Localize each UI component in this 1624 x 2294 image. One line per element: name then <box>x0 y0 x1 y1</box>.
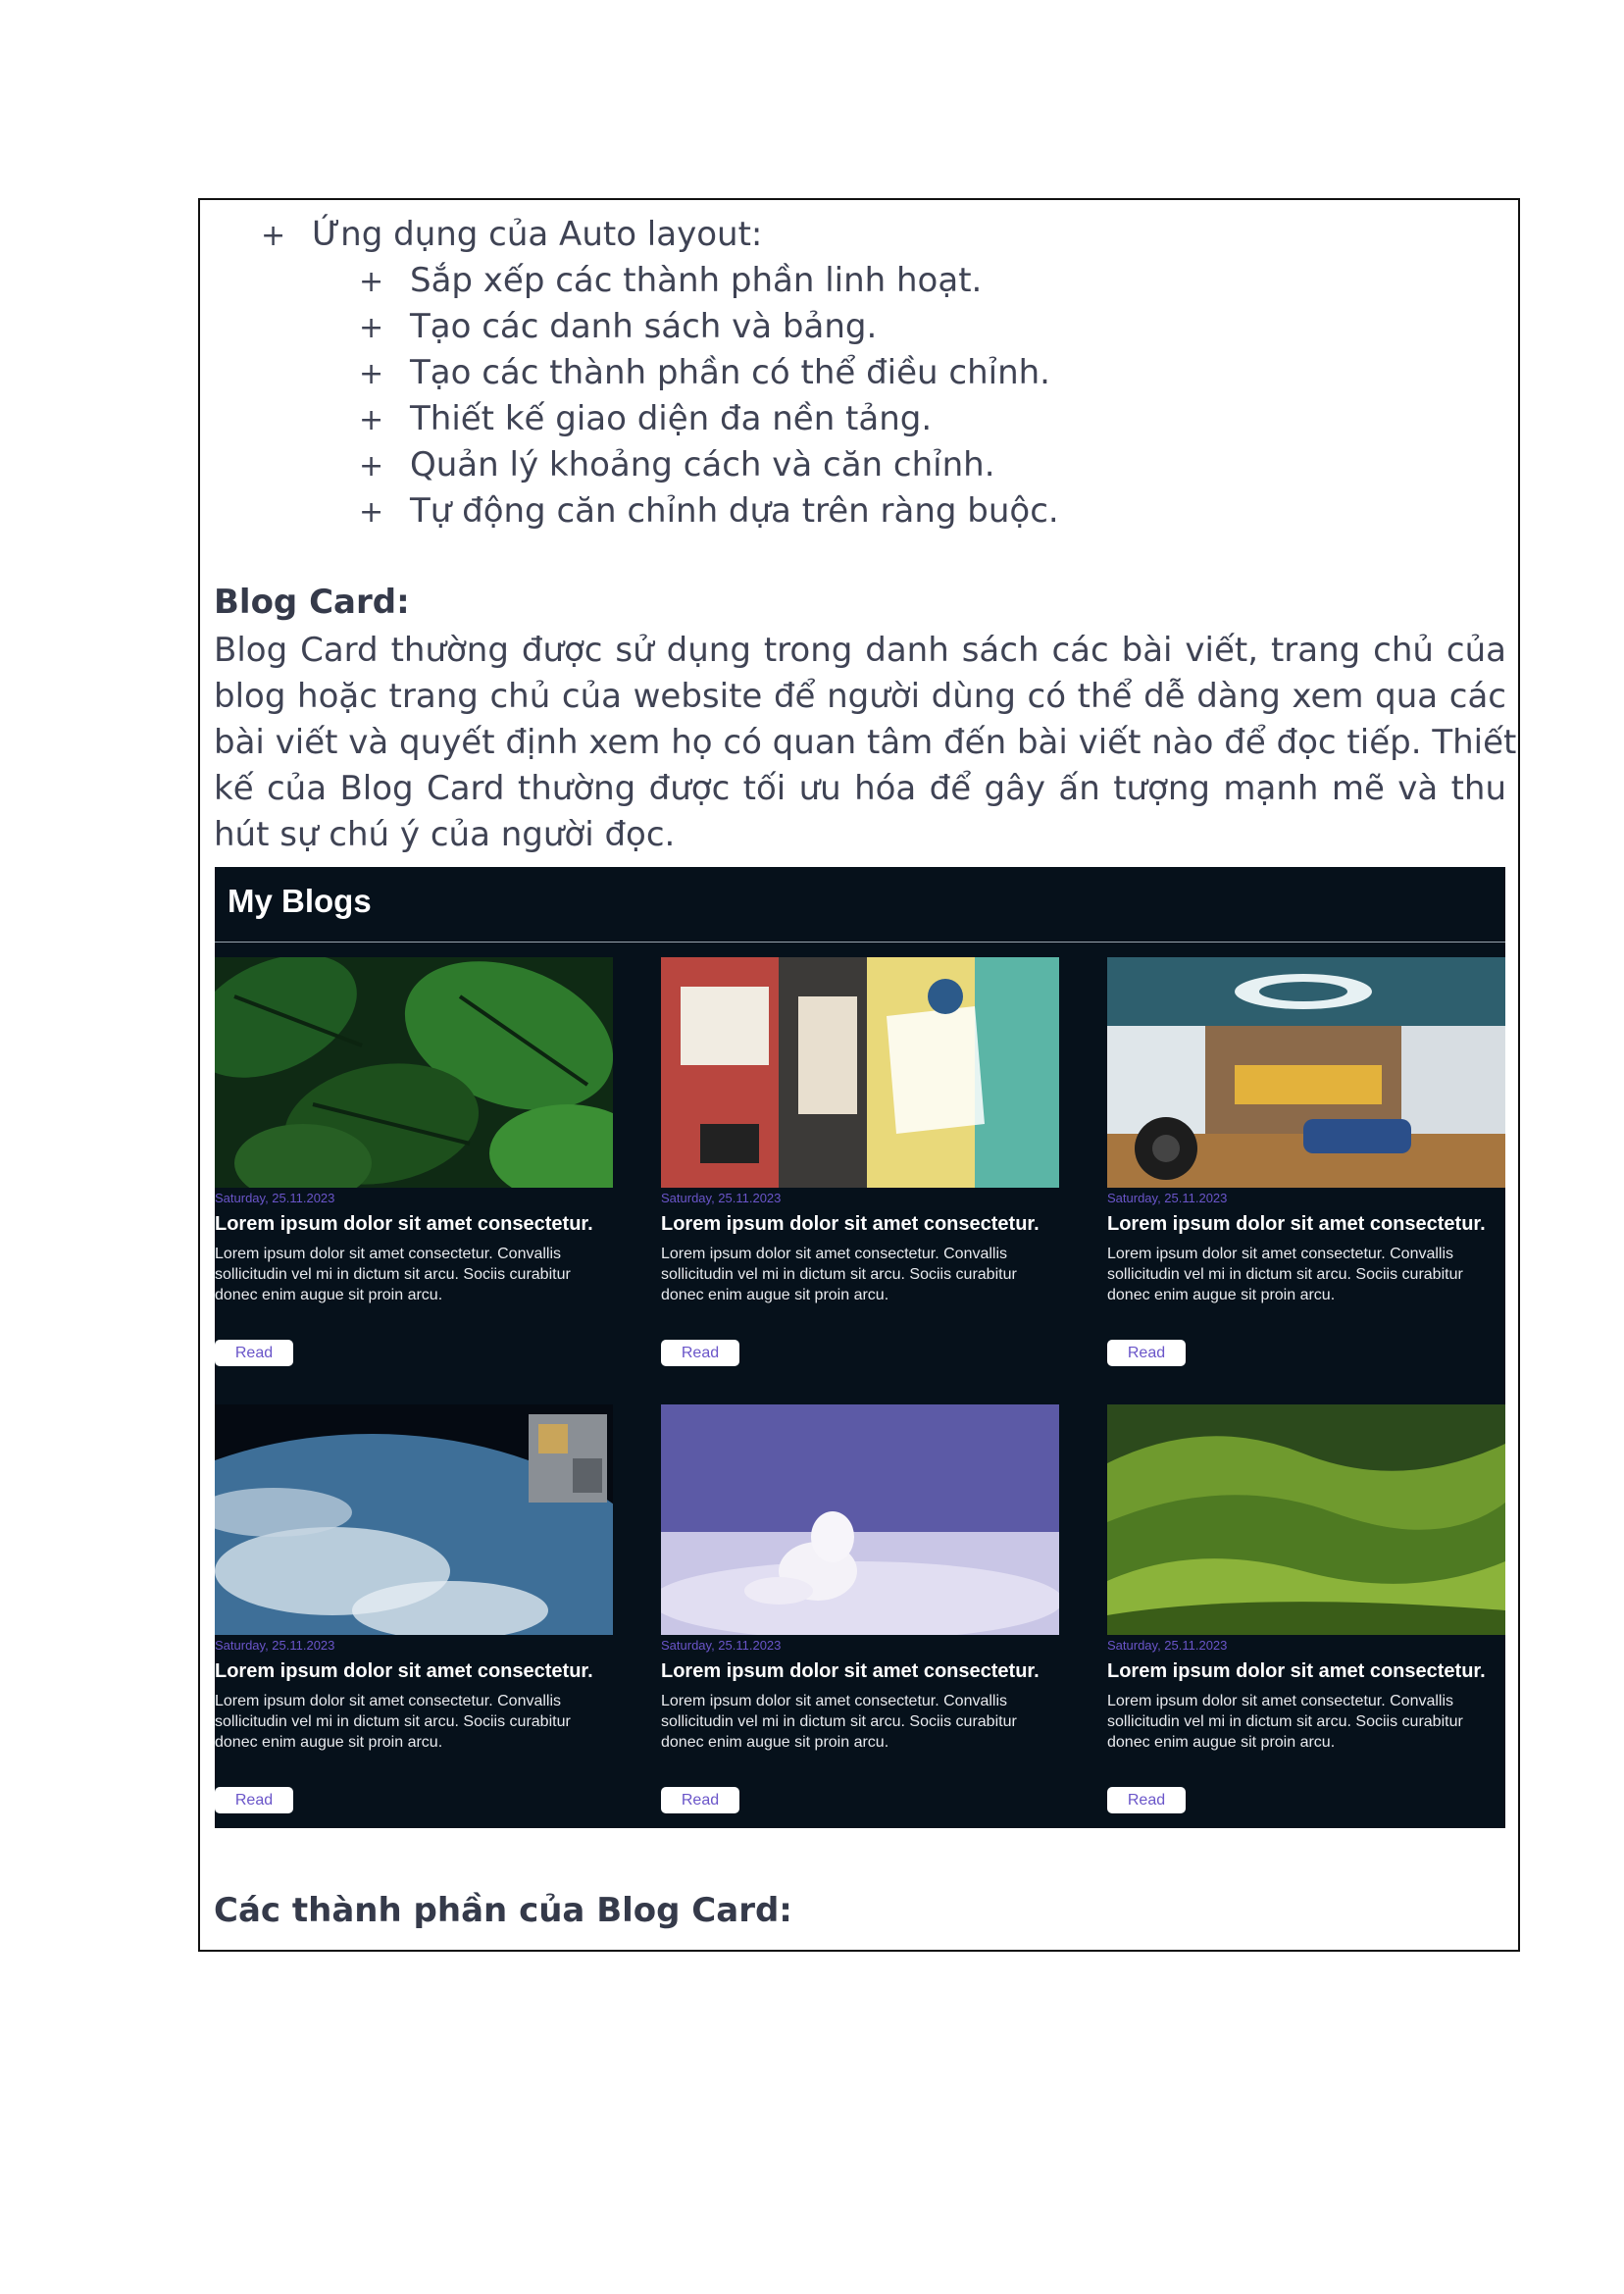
card-title: Lorem ipsum dolor sit amet consectetur. <box>215 1660 593 1682</box>
list-heading: Ứng dụng của Auto layout: <box>312 215 763 254</box>
list-item: Sắp xếp các thành phần linh hoạt. <box>410 261 983 300</box>
section-heading-components: Các thành phần của Blog Card: <box>214 1891 792 1930</box>
desc-line: sollicitudin vel mi in dictum sit arcu. … <box>661 1713 1017 1730</box>
earth-from-space-image <box>215 1404 613 1635</box>
blogs-header: My Blogs <box>215 867 1505 943</box>
card-date: Saturday, 25.11.2023 <box>1107 1638 1228 1653</box>
desc-line: Lorem ipsum dolor sit amet consectetur. … <box>215 1246 562 1262</box>
desc-line: sollicitudin vel mi in dictum sit arcu. … <box>215 1266 571 1283</box>
paragraph-line: kế của Blog Card thường được tối ưu hóa … <box>214 769 1506 808</box>
desc-line: Lorem ipsum dolor sit amet consectetur. … <box>1107 1246 1454 1262</box>
blog-card: Saturday, 25.11.2023 Lorem ipsum dolor s… <box>661 957 1059 1369</box>
card-description: Lorem ipsum dolor sit amet consectetur. … <box>215 1244 613 1305</box>
read-button[interactable]: Read <box>215 1340 293 1366</box>
arctic-fox-image <box>661 1404 1059 1635</box>
steam-classroom-image <box>1107 957 1505 1188</box>
read-button[interactable]: Read <box>1107 1340 1186 1366</box>
card-description: Lorem ipsum dolor sit amet consectetur. … <box>661 1691 1059 1753</box>
list-bullet: + <box>359 449 384 484</box>
read-button[interactable]: Read <box>661 1787 739 1813</box>
list-item: Quản lý khoảng cách và căn chỉnh. <box>410 445 995 484</box>
card-date: Saturday, 25.11.2023 <box>215 1191 335 1205</box>
list-item: Tạo các thành phần có thể điều chỉnh. <box>410 353 1050 392</box>
list-bullet: + <box>359 495 384 530</box>
green-hills-image <box>1107 1404 1505 1635</box>
paragraph-line: Blog Card thường được sử dụng trong danh… <box>214 631 1506 670</box>
desc-line: donec enim augue sit proin arcu. <box>215 1734 443 1751</box>
paragraph-line: blog hoặc trang chủ của website để người… <box>214 677 1506 716</box>
blog-card: Saturday, 25.11.2023 Lorem ipsum dolor s… <box>215 1404 613 1816</box>
desc-line: donec enim augue sit proin arcu. <box>661 1734 889 1751</box>
desc-line: donec enim augue sit proin arcu. <box>215 1287 443 1303</box>
blog-card: Saturday, 25.11.2023 Lorem ipsum dolor s… <box>215 957 613 1369</box>
blog-card: Saturday, 25.11.2023 Lorem ipsum dolor s… <box>1107 957 1505 1369</box>
list-bullet: + <box>359 311 384 345</box>
list-item: Tạo các danh sách và bảng. <box>410 307 878 346</box>
card-date: Saturday, 25.11.2023 <box>661 1638 782 1653</box>
torn-posters-image <box>661 957 1059 1188</box>
desc-line: donec enim augue sit proin arcu. <box>661 1287 889 1303</box>
card-date: Saturday, 25.11.2023 <box>1107 1191 1228 1205</box>
card-description: Lorem ipsum dolor sit amet consectetur. … <box>1107 1244 1505 1305</box>
section-heading-blog-card: Blog Card: <box>214 583 410 622</box>
list-bullet: + <box>359 403 384 437</box>
card-date: Saturday, 25.11.2023 <box>661 1191 782 1205</box>
blog-card: Saturday, 25.11.2023 Lorem ipsum dolor s… <box>661 1404 1059 1816</box>
read-button[interactable]: Read <box>215 1787 293 1813</box>
read-button[interactable]: Read <box>661 1340 739 1366</box>
desc-line: Lorem ipsum dolor sit amet consectetur. … <box>215 1693 562 1709</box>
paragraph-line: bài viết và quyết định xem họ có quan tâ… <box>214 723 1517 762</box>
card-date: Saturday, 25.11.2023 <box>215 1638 335 1653</box>
desc-line: donec enim augue sit proin arcu. <box>1107 1287 1336 1303</box>
read-button[interactable]: Read <box>1107 1787 1186 1813</box>
card-title: Lorem ipsum dolor sit amet consectetur. <box>215 1213 593 1235</box>
desc-line: Lorem ipsum dolor sit amet consectetur. … <box>661 1693 1008 1709</box>
desc-line: sollicitudin vel mi in dictum sit arcu. … <box>215 1713 571 1730</box>
paragraph-line: hút sự chú ý của người đọc. <box>214 815 676 854</box>
blogs-title: My Blogs <box>228 883 372 919</box>
blog-card: Saturday, 25.11.2023 Lorem ipsum dolor s… <box>1107 1404 1505 1816</box>
card-title: Lorem ipsum dolor sit amet consectetur. <box>661 1213 1040 1235</box>
my-blogs-preview: My Blogs Saturday, 25.11.2023 Lorem ipsu… <box>215 867 1505 1828</box>
list-item: Tự động căn chỉnh dựa trên ràng buộc. <box>410 491 1059 531</box>
list-bullet: + <box>359 357 384 391</box>
list-bullet: + <box>359 265 384 299</box>
card-description: Lorem ipsum dolor sit amet consectetur. … <box>661 1244 1059 1305</box>
desc-line: Lorem ipsum dolor sit amet consectetur. … <box>661 1246 1008 1262</box>
desc-line: sollicitudin vel mi in dictum sit arcu. … <box>1107 1713 1463 1730</box>
desc-line: sollicitudin vel mi in dictum sit arcu. … <box>661 1266 1017 1283</box>
list-bullet: + <box>261 219 286 253</box>
monstera-leaves-image <box>215 957 613 1188</box>
card-title: Lorem ipsum dolor sit amet consectetur. <box>1107 1213 1486 1235</box>
card-description: Lorem ipsum dolor sit amet consectetur. … <box>215 1691 613 1753</box>
card-title: Lorem ipsum dolor sit amet consectetur. <box>661 1660 1040 1682</box>
desc-line: donec enim augue sit proin arcu. <box>1107 1734 1336 1751</box>
desc-line: Lorem ipsum dolor sit amet consectetur. … <box>1107 1693 1454 1709</box>
card-title: Lorem ipsum dolor sit amet consectetur. <box>1107 1660 1486 1682</box>
card-description: Lorem ipsum dolor sit amet consectetur. … <box>1107 1691 1505 1753</box>
desc-line: sollicitudin vel mi in dictum sit arcu. … <box>1107 1266 1463 1283</box>
list-item: Thiết kế giao diện đa nền tảng. <box>410 399 933 438</box>
blog-card-paragraph: Blog Card thường được sử dụng trong danh… <box>214 628 1517 858</box>
